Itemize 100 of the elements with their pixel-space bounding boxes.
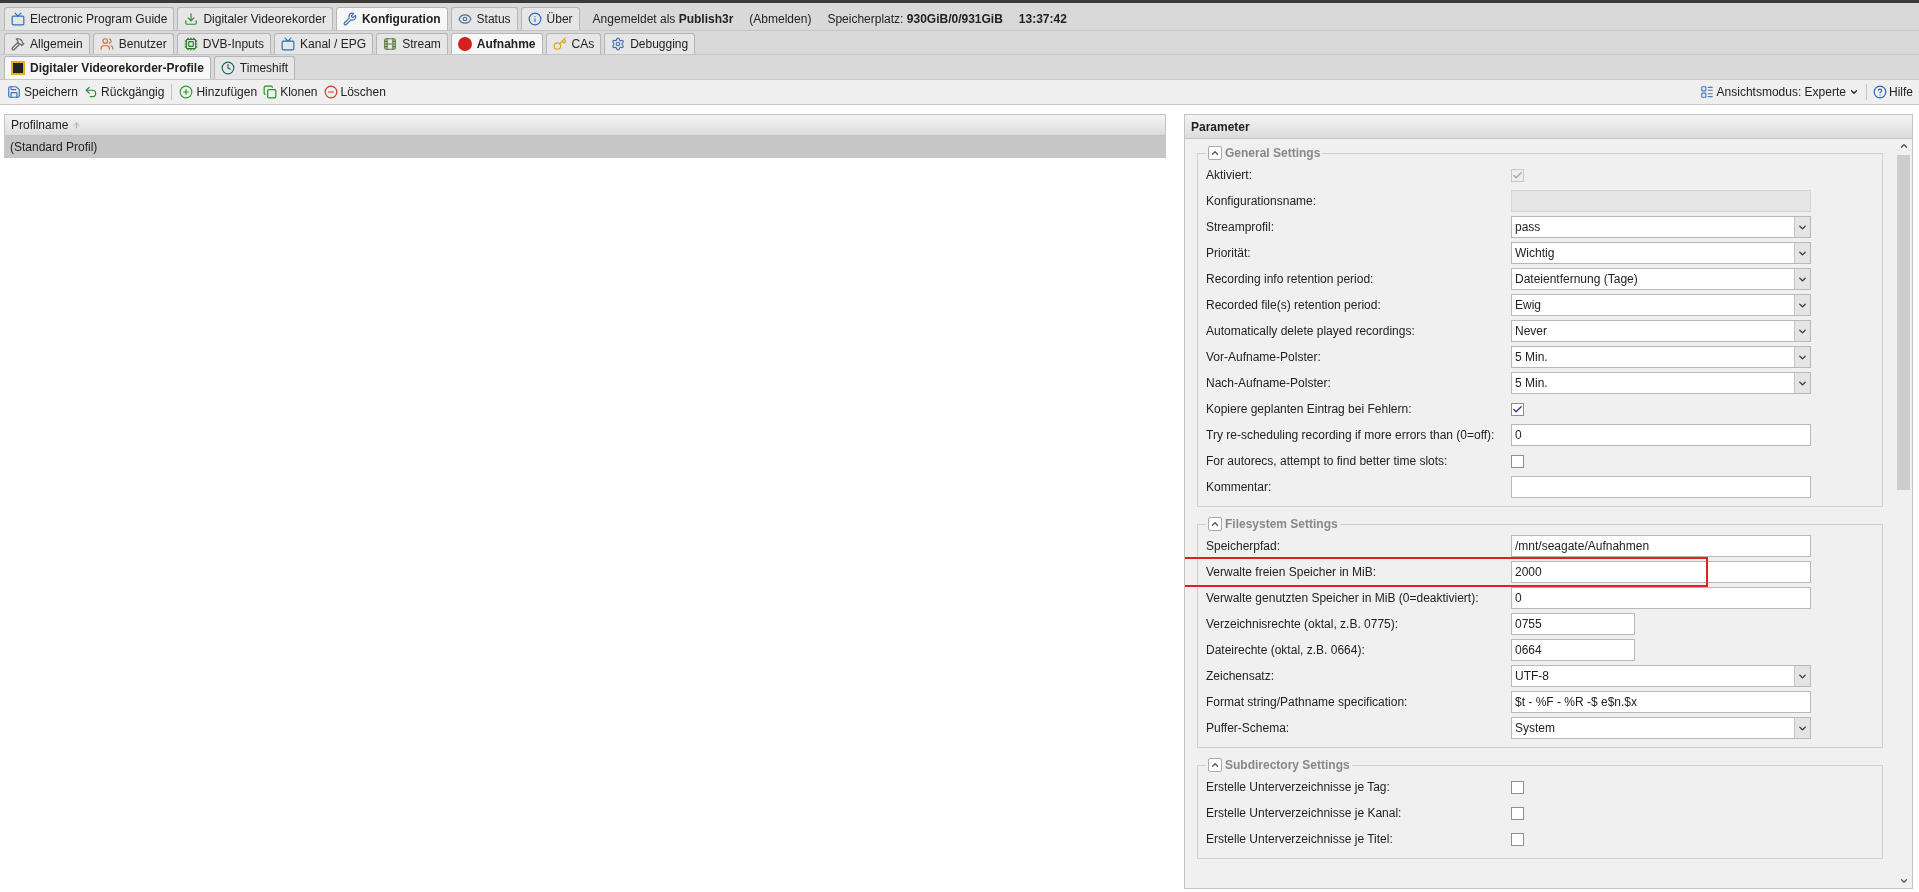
dropdown[interactable]: Wichtig [1511,242,1811,264]
field-label: Erstelle Unterverzeichnisse je Tag: [1206,780,1391,794]
dropdown[interactable]: pass [1511,216,1811,238]
tab[interactable]: Electronic Program Guide [4,7,175,30]
dropdown[interactable]: UTF-8 [1511,665,1811,687]
tab[interactable]: Kanal / EPG [274,33,374,54]
tab[interactable]: Über [520,7,580,30]
table-cell-text: (Standard Profil) [9,139,99,156]
dropdown[interactable]: Dateientfernung (Tage) [1511,268,1811,290]
collapse-button[interactable] [1208,517,1222,531]
tab[interactable]: Allgemein [4,33,90,54]
chevron-up-icon [1210,760,1220,770]
field-label: Puffer-Schema: [1206,721,1291,735]
field-label: Verwalte genutzten Speicher in MiB (0=deaktiviert): [1206,591,1480,605]
dropdown[interactable]: 5 Min. [1511,372,1811,394]
input-field[interactable]: 2000 [1511,561,1811,583]
input-field[interactable]: $t - %F - %R -$ e$n.$x [1511,691,1811,713]
scroll-up-icon[interactable] [1898,141,1909,151]
tab[interactable]: Benutzer [92,33,174,54]
save-icon [7,85,21,99]
group-title: Filesystem Settings [1225,516,1338,533]
field-label: Konfigurationsname: [1206,194,1318,208]
tv-icon [11,12,25,26]
toolbar-button[interactable]: Rückgängig [81,82,168,102]
toolbar-button[interactable]: Speichern [4,82,82,102]
download-icon [184,12,199,26]
field-label: Erstelle Unterverzeichnisse je Kanal: [1206,806,1403,820]
field-label: Format string/Pathname specification: [1206,695,1409,709]
field-label: Verzeichnisrechte (oktal, z.B. 0775): [1206,617,1400,631]
input-field[interactable]: /mnt/seagate/Aufnahmen [1511,535,1811,557]
scroll-down-icon[interactable] [1898,876,1909,886]
field-label: For autorecs, attempt to find better time slots: [1206,454,1449,468]
copy-icon [263,85,278,99]
collapse-button[interactable] [1208,758,1222,772]
field-label: Vor-Aufname-Polster: [1206,350,1322,364]
chevron-up-icon [1210,148,1220,158]
clock-icon [220,61,235,75]
toolbar-button[interactable]: Löschen [320,82,389,102]
chip-icon [183,37,198,51]
toolbar-button[interactable]: Klonen [260,82,321,102]
key-icon [552,37,567,51]
add-icon [179,85,194,99]
chevron-up-icon [1210,519,1220,529]
field-label: Try re-scheduling recording if more errors than (0=off): [1206,428,1496,442]
field-label: Recording info retention period: [1206,272,1375,286]
field-label: Speicherpfad: [1206,539,1282,553]
table-row[interactable]: (Standard Profil) [4,136,1166,158]
tab[interactable]: CAs [545,33,602,54]
checkbox[interactable] [1511,780,1524,794]
field-label: Zeichensatz: [1206,669,1276,683]
tab[interactable]: Digitaler Videorekorder-Profile [4,56,211,79]
help-button[interactable]: Hilfe [1871,82,1915,102]
tab[interactable]: DVB-Inputs [176,33,272,54]
undo-icon [84,85,99,99]
tab[interactable]: Timeshift [213,56,296,79]
info-icon [527,12,542,26]
input-field[interactable]: 0 [1511,424,1811,446]
input-field[interactable]: 0664 [1511,639,1635,661]
tab[interactable]: Stream [376,33,448,54]
collapse-button[interactable] [1208,146,1222,160]
user-info: Angemeldet als Publish3r [592,10,734,28]
dropdown[interactable]: 5 Min. [1511,346,1811,368]
field-label: Automatically delete played recordings: [1206,324,1416,338]
clock-time: 13:37:42 [1018,10,1067,28]
input-field[interactable]: 0 [1511,587,1811,609]
input-field[interactable] [1511,476,1811,498]
rec-icon [457,37,472,51]
view-mode-button[interactable]: Ansichtsmodus: Experte [1696,82,1862,102]
dropdown[interactable]: Never [1511,320,1811,342]
tab[interactable]: Digitaler Videorekorder [177,7,333,30]
tv-icon [281,37,296,51]
checkbox[interactable] [1511,832,1524,846]
field-label: Priorität: [1206,246,1252,260]
gear-icon [611,37,626,51]
field-label: Recorded file(s) retention period: [1206,298,1382,312]
tab[interactable]: Aufnahme [450,33,543,54]
help-icon [1873,85,1887,99]
scrollbar-thumb[interactable] [1897,155,1910,490]
tab[interactable]: Konfiguration [335,7,448,30]
column-header[interactable]: Profilname [5,115,88,135]
field-label: Verwalte freien Speicher in MiB: [1206,565,1378,579]
checkbox[interactable] [1511,454,1524,468]
field-label: Nach-Aufname-Polster: [1206,376,1332,390]
toolbar-button[interactable]: Hinzufügen [176,82,261,102]
logout-link[interactable]: (Abmelden) [749,9,812,28]
group-title: Subdirectory Settings [1225,757,1350,774]
field-label: Kopiere geplanten Eintrag bei Fehlern: [1206,402,1413,416]
input-field[interactable]: 0755 [1511,613,1635,635]
field-label: Dateirechte (oktal, z.B. 0664): [1206,643,1366,657]
field-label: Erstelle Unterverzeichnisse je Titel: [1206,832,1394,846]
users-icon [99,37,114,51]
film-icon [383,37,398,51]
tab[interactable]: Status [450,7,518,30]
checkbox[interactable] [1511,806,1524,820]
eye-icon [457,12,472,26]
group-title: General Settings [1225,145,1321,162]
dropdown[interactable]: System [1511,717,1811,739]
tab[interactable]: Debugging [604,33,696,54]
checkbox[interactable] [1511,402,1524,416]
dropdown[interactable]: Ewig [1511,294,1811,316]
